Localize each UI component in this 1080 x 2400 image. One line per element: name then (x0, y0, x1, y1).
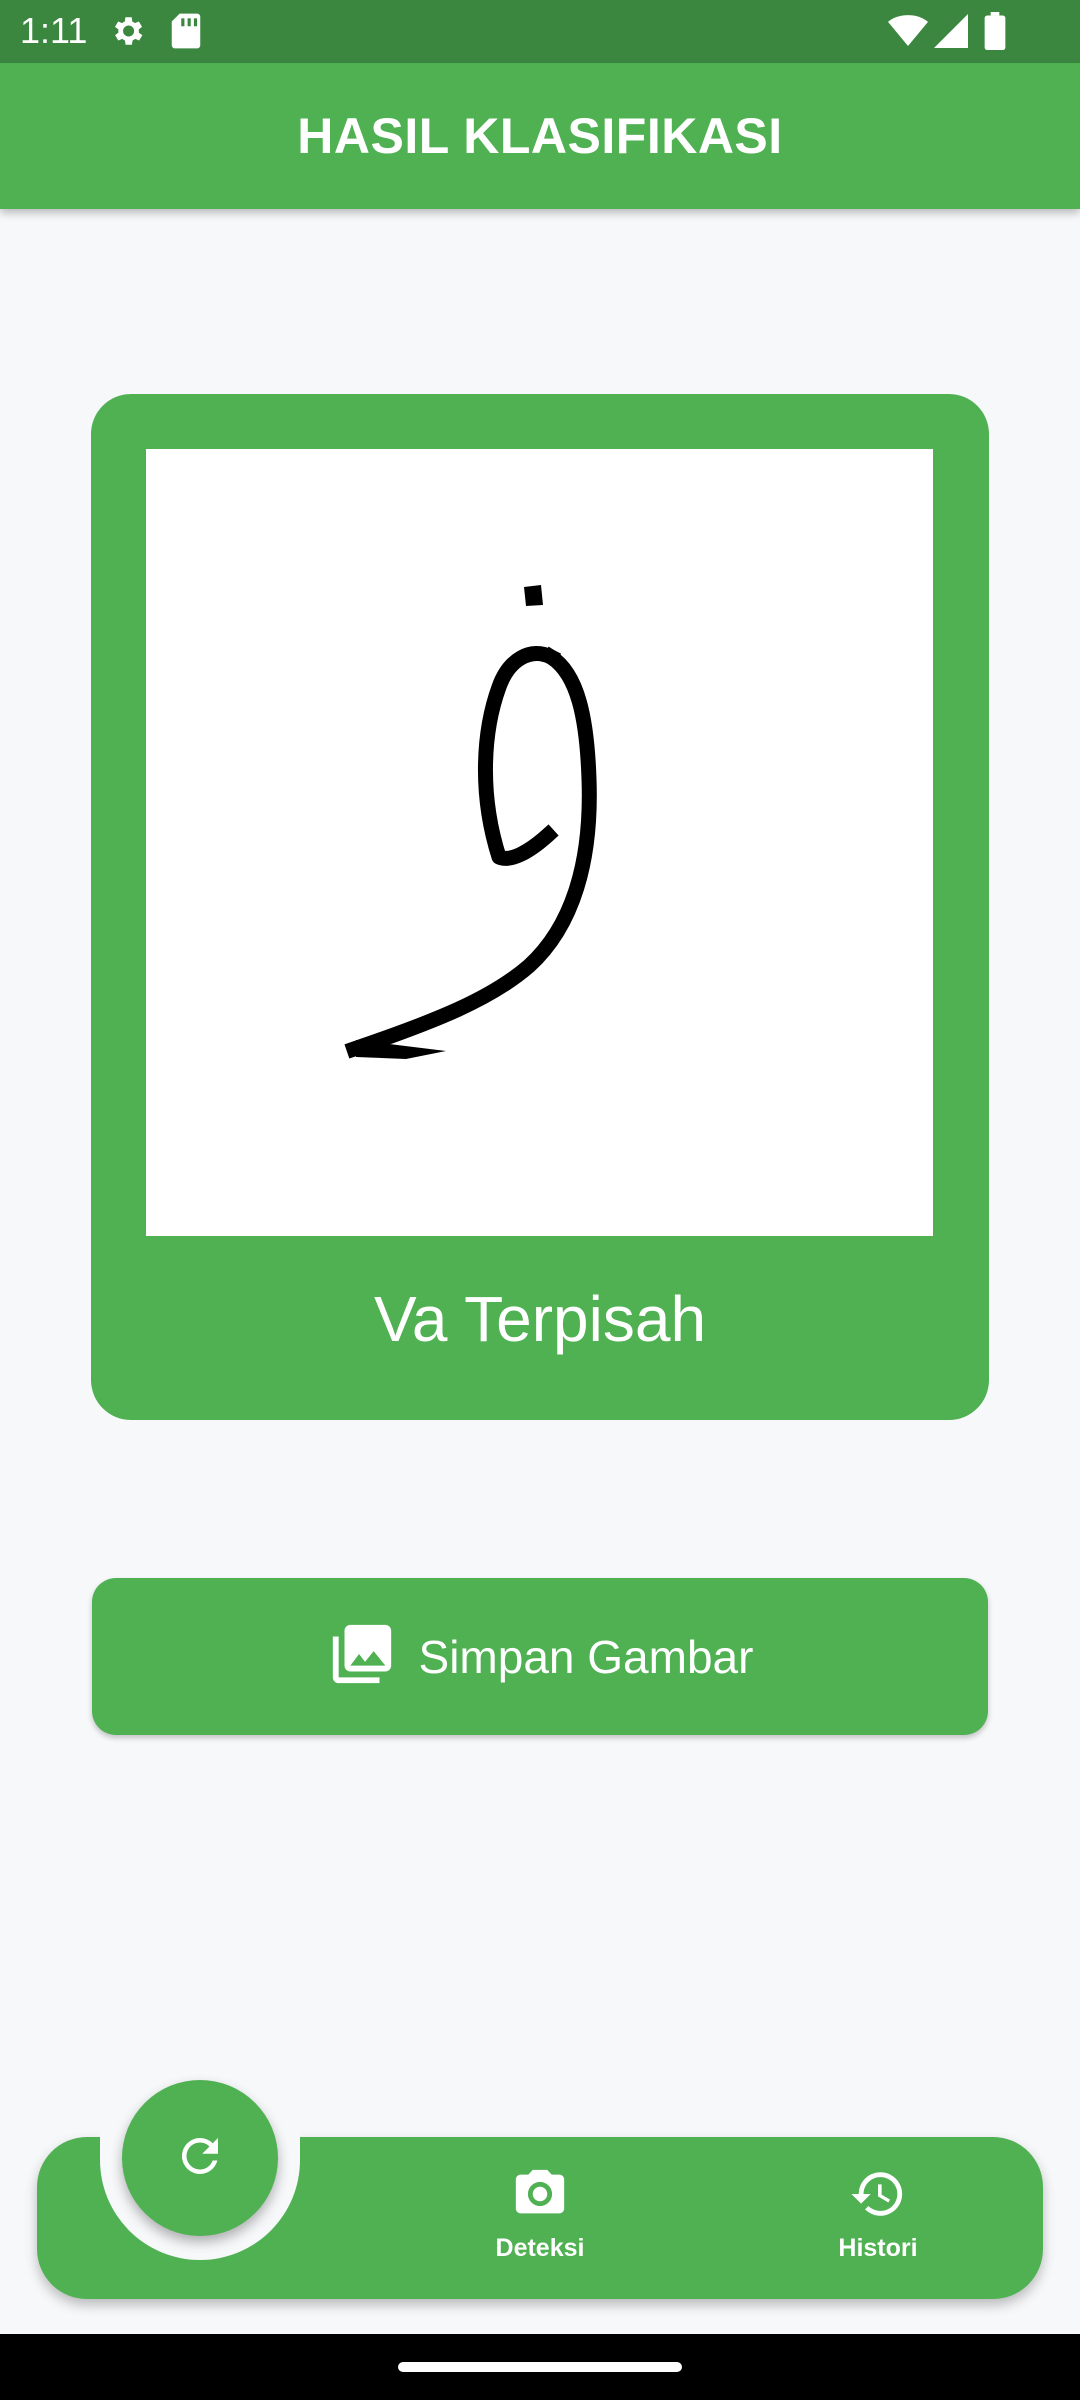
classification-label: Va Terpisah (373, 1283, 707, 1355)
status-time: 1:11 (20, 10, 88, 51)
sd-card-icon (170, 12, 202, 55)
nav-label-deteksi: Deteksi (495, 2234, 585, 2262)
home-gesture-handle[interactable] (398, 2362, 682, 2372)
camera-icon (511, 2165, 569, 2228)
refresh-fab[interactable] (122, 2080, 278, 2236)
history-icon (849, 2165, 907, 2228)
handwritten-character-image (344, 585, 597, 1059)
result-card: Va Terpisah (91, 394, 989, 1420)
classified-image (146, 449, 933, 1236)
save-image-label: Simpan Gambar (418, 1630, 754, 1683)
battery-icon (984, 12, 1006, 55)
system-nav-bar (0, 2334, 1080, 2400)
wifi-icon (888, 14, 928, 53)
nav-item-deteksi[interactable]: Deteksi (440, 2165, 640, 2275)
settings-icon (108, 12, 146, 55)
nav-item-histori[interactable]: Histori (778, 2165, 978, 2275)
nav-label-histori: Histori (838, 2234, 918, 2262)
app-bar: HASIL KLASIFIKASI (0, 63, 1080, 209)
page-title: HASIL KLASIFIKASI (297, 108, 783, 164)
status-bar: 1:11 (0, 0, 1080, 63)
save-image-button[interactable]: Simpan Gambar (92, 1578, 988, 1735)
photo-library-icon (327, 1619, 397, 1694)
refresh-icon (173, 2129, 227, 2188)
signal-icon (934, 14, 968, 53)
